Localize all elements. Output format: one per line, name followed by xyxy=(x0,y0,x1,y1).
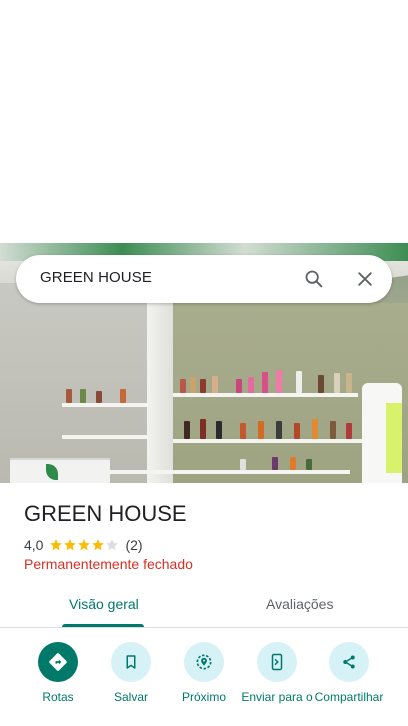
directions-label: Rotas xyxy=(42,690,74,704)
nearby-icon[interactable] xyxy=(184,642,224,682)
directions-button[interactable]: Rotas xyxy=(21,642,95,704)
star-icon xyxy=(64,539,77,551)
status-text: Permanentemente fechado xyxy=(24,556,193,572)
star-icon xyxy=(78,539,91,551)
search-icon[interactable] xyxy=(298,263,330,295)
shirt-display xyxy=(362,383,402,483)
shelf xyxy=(173,439,363,443)
close-icon[interactable] xyxy=(349,263,381,295)
rating-stars xyxy=(49,538,119,552)
rating-row[interactable]: 4,0 (2) xyxy=(24,536,143,554)
send-to-phone-button[interactable]: Enviar para o xyxy=(240,642,314,704)
search-bar[interactable]: GREEN HOUSE xyxy=(16,255,392,303)
share-button[interactable]: Compartilhar xyxy=(312,642,386,704)
star-icon xyxy=(50,539,63,551)
star-empty-icon xyxy=(106,539,119,551)
save-button[interactable]: Salvar xyxy=(94,642,168,704)
tab-reviews[interactable]: Avaliações xyxy=(266,596,333,616)
tab-divider xyxy=(0,627,408,628)
nearby-button[interactable]: Próximo xyxy=(167,642,241,704)
search-query[interactable]: GREEN HOUSE xyxy=(40,269,152,286)
directions-icon[interactable] xyxy=(38,642,78,682)
store-counter xyxy=(10,458,110,483)
logo-leaf xyxy=(46,464,58,480)
share-label: Compartilhar xyxy=(314,690,384,704)
place-title: GREEN HOUSE xyxy=(24,501,187,526)
review-count[interactable]: (2) xyxy=(125,537,142,553)
send-to-phone-icon[interactable] xyxy=(257,642,297,682)
share-icon[interactable] xyxy=(329,642,369,682)
wall-left xyxy=(0,283,150,483)
bookmark-icon[interactable] xyxy=(111,642,151,682)
tab-overview[interactable]: Visão geral xyxy=(69,596,139,616)
nearby-label: Próximo xyxy=(181,690,226,704)
send-to-phone-label: Enviar para o xyxy=(241,690,313,704)
shelf xyxy=(62,403,148,407)
save-label: Salvar xyxy=(113,690,148,704)
shelf xyxy=(173,393,358,397)
pillar xyxy=(147,298,173,483)
rating-value: 4,0 xyxy=(24,537,44,553)
shelf xyxy=(110,470,350,474)
shelf xyxy=(62,435,148,439)
star-icon xyxy=(92,539,105,551)
